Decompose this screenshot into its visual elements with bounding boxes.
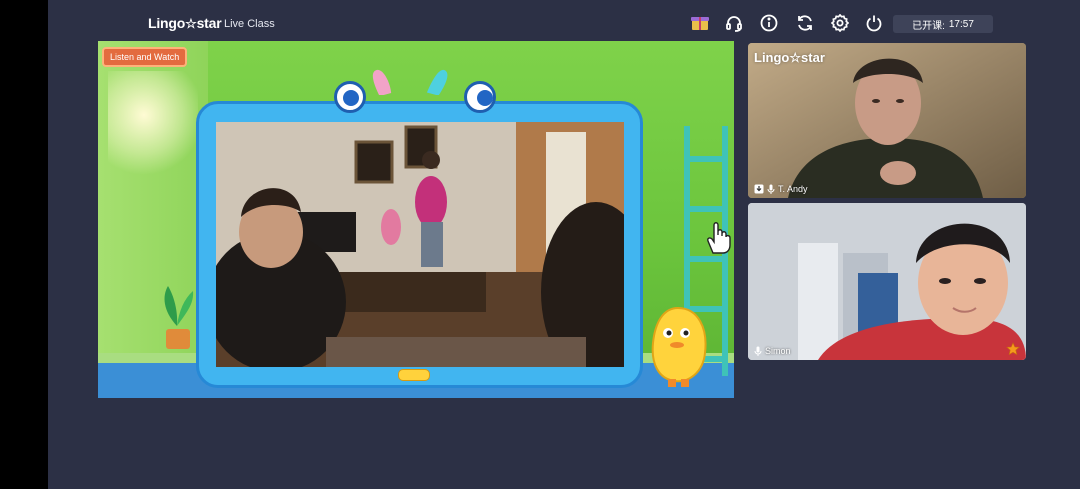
microphone-icon	[767, 184, 775, 194]
stage-light	[108, 71, 198, 181]
left-black-bar	[0, 0, 48, 489]
student-video-feed	[748, 203, 1026, 360]
lesson-stage: Listen and Watch	[98, 41, 734, 398]
info-icon[interactable]	[758, 12, 780, 34]
teacher-name: T. Andy	[778, 184, 808, 194]
app-logo: Lingo☆star	[148, 15, 222, 31]
timer-label: 已开课:	[912, 20, 945, 32]
download-icon	[754, 184, 764, 194]
star-reward-icon[interactable]	[1006, 342, 1020, 356]
monster-antennae	[372, 69, 448, 95]
teacher-video-tile[interactable]: Lingo☆star T. Andy	[748, 43, 1026, 198]
settings-icon[interactable]	[829, 12, 851, 34]
duck-mascot-illustration	[651, 306, 707, 387]
tablet-home-button	[398, 369, 430, 381]
timer-value: 17:57	[948, 18, 974, 30]
top-bar: Lingo☆star Live Class 已开课: 17:57	[48, 0, 1080, 44]
monster-eye-left	[334, 81, 366, 113]
headset-icon[interactable]	[723, 12, 745, 34]
gift-box-icon[interactable]	[689, 12, 711, 34]
teacher-video-feed	[748, 43, 1026, 198]
monster-eye-right	[464, 81, 496, 113]
plant-illustration	[164, 286, 194, 349]
teacher-tile-logo: Lingo☆star	[754, 50, 825, 65]
refresh-icon[interactable]	[794, 12, 816, 34]
activity-badge: Listen and Watch	[102, 47, 188, 67]
class-timer: 已开课: 17:57	[893, 15, 993, 33]
student-name-label: Simon	[754, 346, 791, 356]
power-icon[interactable]	[863, 12, 885, 34]
microphone-icon	[754, 346, 762, 356]
student-name: Simon	[765, 346, 791, 356]
student-video-tile[interactable]: Simon	[748, 203, 1026, 360]
page-subtitle: Live Class	[224, 18, 275, 30]
lesson-video[interactable]	[216, 122, 624, 367]
teacher-name-label: T. Andy	[754, 184, 808, 194]
pointer-hand-icon	[707, 222, 731, 254]
